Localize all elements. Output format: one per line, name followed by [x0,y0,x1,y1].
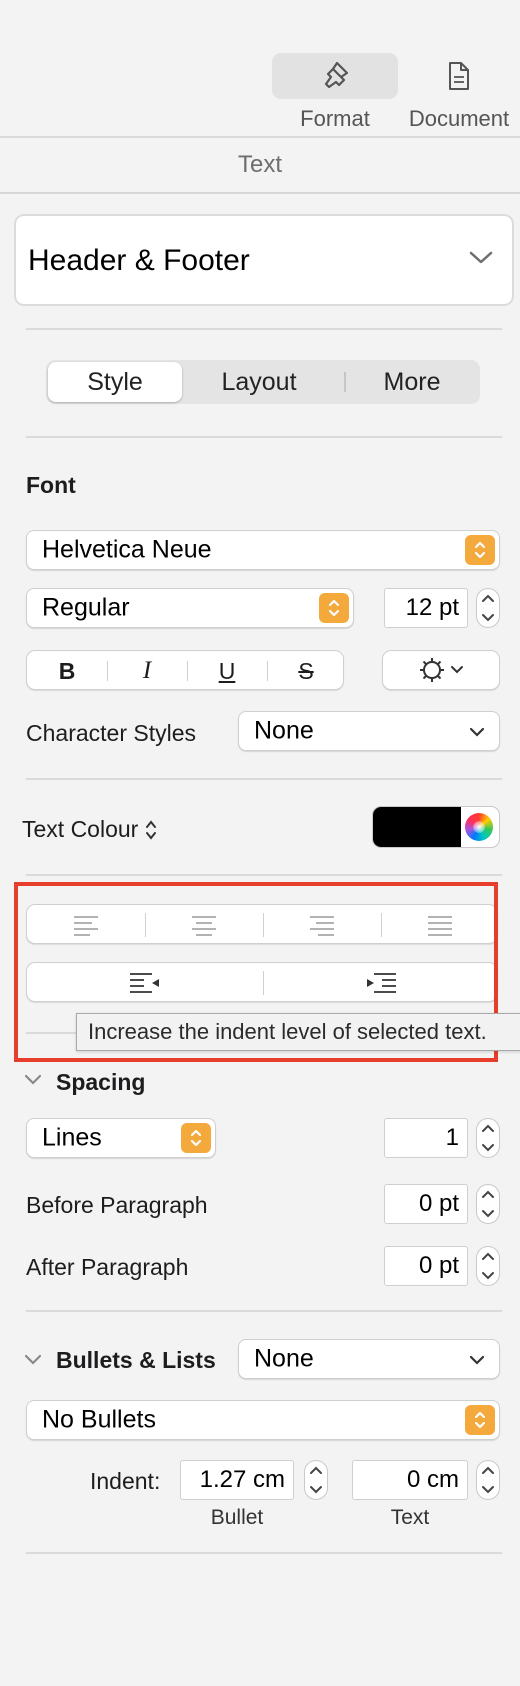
italic-button[interactable]: I [107,651,187,691]
bullet-caption: Bullet [210,1506,264,1529]
text-indent-value: 0 cm [406,1466,459,1493]
font-family-value: Helvetica Neue [42,535,212,564]
bullet-type-popup[interactable]: No Bullets [26,1400,500,1440]
chevron-down-icon [469,727,485,737]
text-indent-field[interactable]: 0 cm [352,1460,468,1500]
chevron-down-icon [482,614,494,622]
tab-more[interactable]: More [346,362,478,402]
list-style-value: None [254,1344,314,1373]
inspector-toolbar: Format Document [0,0,520,138]
font-family-popup[interactable]: Helvetica Neue [26,530,500,570]
divider [26,1552,502,1554]
typeface-popup[interactable]: Regular [26,588,354,628]
bullet-indent-stepper[interactable] [304,1460,328,1500]
popup-arrows-icon [465,1405,495,1435]
bullet-indent-value: 1.27 cm [199,1466,285,1493]
text-colour-text: Text Colour [22,816,139,842]
chevron-down-icon [482,1210,494,1218]
paragraph-style-value: Header & Footer [28,244,250,277]
line-spacing-field[interactable]: 1 [384,1118,468,1158]
after-paragraph-field[interactable]: 0 pt [384,1246,468,1286]
divider [26,1310,502,1312]
strikethrough-button[interactable]: S [267,651,345,691]
chevron-down-icon [451,666,463,674]
chevron-up-icon [482,1252,494,1260]
text-indent-stepper[interactable] [476,1460,500,1500]
spacing-mode-value: Lines [42,1123,102,1152]
advanced-options-button[interactable] [382,650,500,690]
chevron-down-icon [482,1486,494,1494]
list-style-popup[interactable]: None [238,1339,500,1379]
text-colour-well[interactable] [372,806,500,848]
character-styles-label: Character Styles [26,720,197,746]
font-section-title: Font [26,472,76,498]
format-label: Format [300,106,370,131]
divider [26,778,502,780]
chevron-down-icon [469,1355,485,1365]
typeface-value: Regular [42,593,130,622]
tab-text[interactable]: Text [0,138,520,194]
document-button[interactable] [396,53,520,99]
style-layout-more-segmented-control: Style Layout More [46,360,480,404]
popup-arrows-icon [146,819,157,840]
font-size-stepper[interactable] [476,588,500,628]
bullet-type-value: No Bullets [42,1405,156,1434]
tab-style[interactable]: Style [48,362,182,402]
font-size-value: 12 pt [405,594,459,621]
indent-label: Indent: [90,1468,161,1494]
after-paragraph-label: After Paragraph [26,1254,189,1280]
bullet-indent-field[interactable]: 1.27 cm [180,1460,294,1500]
underline-icon: U [218,657,236,684]
chevron-down-icon [468,250,494,271]
colour-swatch[interactable] [373,807,461,847]
line-spacing-value: 1 [445,1124,459,1151]
chevron-up-icon [482,594,494,602]
bold-button[interactable]: B [27,651,107,691]
chevron-down-icon [310,1486,322,1494]
popup-arrows-icon [465,535,495,565]
gear-icon [420,658,444,682]
after-paragraph-stepper[interactable] [476,1246,500,1286]
spacing-mode-popup[interactable]: Lines [26,1118,216,1158]
character-styles-value: None [254,716,314,745]
before-paragraph-label: Before Paragraph [26,1192,208,1218]
text-caption: Text [390,1506,430,1529]
document-label: Document [408,106,510,131]
font-size-field[interactable]: 12 pt [384,588,468,628]
underline-button[interactable]: U [187,651,267,691]
chevron-up-icon [310,1466,322,1474]
character-styles-popup[interactable]: None [238,711,500,751]
line-spacing-stepper[interactable] [476,1118,500,1158]
divider [26,328,502,330]
after-paragraph-value: 0 pt [418,1252,459,1279]
chevron-down-icon [482,1272,494,1280]
strikethrough-icon: S [298,657,314,684]
divider [26,436,502,438]
paintbrush-icon [324,61,349,89]
chevron-up-icon [482,1190,494,1198]
divider [26,874,502,876]
text-colour-label[interactable]: Text Colour [22,816,158,843]
document-icon [449,62,469,90]
chevron-up-icon [482,1124,494,1132]
bullets-lists-section-title[interactable]: Bullets & Lists [56,1347,216,1374]
disclosure-chevron-icon[interactable] [24,1354,42,1366]
text-style-buttons: B I U S [26,650,344,690]
italic-icon: I [142,657,152,684]
popup-arrows-icon [181,1123,211,1153]
paragraph-style-dropdown[interactable]: Header & Footer [14,214,514,306]
chevron-down-icon [482,1144,494,1152]
colour-wheel-icon[interactable] [465,813,493,841]
tab-layout[interactable]: Layout [184,362,334,402]
spacing-section-title[interactable]: Spacing [56,1069,145,1096]
before-paragraph-stepper[interactable] [476,1184,500,1224]
popup-arrows-icon [319,593,349,623]
chevron-up-icon [482,1466,494,1474]
indent-tooltip: Increase the indent level of selected te… [76,1013,520,1051]
before-paragraph-value: 0 pt [418,1190,459,1217]
before-paragraph-field[interactable]: 0 pt [384,1184,468,1224]
disclosure-chevron-icon[interactable] [24,1074,42,1086]
bold-icon: B [58,657,76,684]
format-button[interactable] [272,53,398,99]
